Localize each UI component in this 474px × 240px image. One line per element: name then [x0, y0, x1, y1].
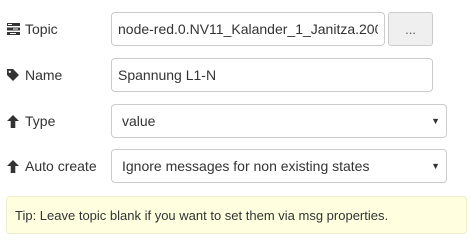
type-select[interactable]: value ▼: [111, 104, 447, 138]
type-label: Type: [25, 113, 56, 129]
topic-input[interactable]: [111, 12, 385, 46]
dropdown-arrow-icon: ▼: [431, 161, 440, 171]
type-label-group: Type: [6, 104, 55, 138]
auto-create-label-group: Auto create: [6, 149, 97, 183]
topic-browse-button[interactable]: ...: [388, 12, 433, 46]
topic-label: Topic: [25, 21, 58, 37]
topic-label-group: Topic: [6, 12, 58, 46]
type-row: Type value ▼: [0, 104, 474, 138]
name-input[interactable]: [111, 58, 433, 92]
tip-box: Tip: Leave topic blank if you want to se…: [6, 196, 467, 234]
tag-icon: [6, 68, 20, 82]
name-label: Name: [25, 67, 63, 83]
name-row: Name: [0, 58, 474, 92]
name-label-group: Name: [6, 58, 62, 92]
auto-create-select[interactable]: Ignore messages for non existing states …: [111, 149, 447, 183]
auto-create-select-value: Ignore messages for non existing states: [122, 158, 370, 174]
type-select-value: value: [122, 113, 156, 129]
auto-create-label: Auto create: [25, 158, 97, 174]
auto-create-row: Auto create Ignore messages for non exis…: [0, 149, 474, 183]
arrow-up-icon: [6, 114, 20, 128]
tasks-icon: [6, 22, 20, 36]
arrow-up-icon: [6, 159, 20, 173]
topic-row: Topic ...: [0, 12, 474, 46]
tip-text: Tip: Leave topic blank if you want to se…: [15, 207, 389, 223]
dropdown-arrow-icon: ▼: [431, 116, 440, 126]
